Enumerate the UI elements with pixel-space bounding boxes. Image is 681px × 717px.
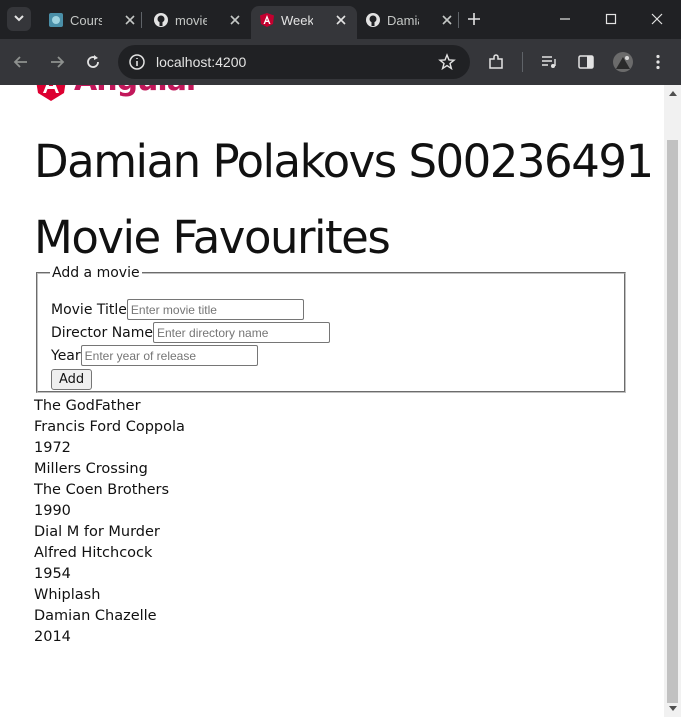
movie-item: Whiplash Damian Chazelle 2014 [34, 585, 185, 648]
movie-item: Millers Crossing The Coen Brothers 1990 [34, 459, 185, 522]
kebab-menu-icon[interactable] [649, 53, 667, 71]
page-viewport: Angular Damian Polakovs S00236491 Movie … [0, 85, 681, 717]
address-bar[interactable]: localhost:4200 [118, 45, 470, 79]
movie-item: The GodFather Francis Ford Coppola 1972 [34, 396, 185, 459]
movie-director: Damian Chazelle [34, 608, 157, 624]
minimize-icon[interactable] [557, 11, 573, 27]
close-icon[interactable] [439, 12, 455, 28]
github-icon [154, 13, 168, 27]
tab-title: Course [70, 13, 102, 28]
movie-director: Alfred Hitchcock [34, 545, 153, 561]
side-panel-icon[interactable] [577, 53, 595, 71]
add-movie-button[interactable]: Add [51, 369, 93, 390]
add-movie-legend: Add a movie [52, 265, 140, 281]
year-row: Year [51, 345, 258, 366]
forward-arrow-icon[interactable] [48, 53, 66, 71]
scroll-up-arrow-icon[interactable] [669, 91, 677, 96]
bookmark-star-icon[interactable] [438, 53, 456, 71]
tab-movie[interactable]: movie [145, 6, 251, 35]
scrollbar-thumb[interactable] [667, 140, 678, 703]
tab-divider [458, 12, 459, 28]
movie-title-label: Movie Title [51, 301, 127, 318]
back-arrow-icon[interactable] [12, 53, 30, 71]
movie-list: The GodFather Francis Ford Coppola 1972 … [34, 396, 185, 648]
add-movie-fieldset: Add a movie Movie Title Director Name Ye… [36, 265, 626, 393]
tab-title: movie [175, 13, 207, 28]
movie-title: Dial M for Murder [34, 524, 160, 540]
close-icon[interactable] [333, 12, 349, 28]
movie-title-row: Movie Title [51, 299, 304, 320]
director-name-label: Director Name [51, 324, 153, 341]
year-input[interactable] [80, 345, 258, 366]
angular-logo-text: Angular [74, 85, 201, 98]
profile-avatar-icon[interactable] [612, 51, 634, 73]
movie-title: Millers Crossing [34, 461, 148, 477]
year-label: Year [51, 347, 81, 364]
vertical-scrollbar[interactable] [664, 85, 681, 717]
media-queue-icon[interactable] [540, 53, 558, 71]
new-tab-plus-icon[interactable] [466, 11, 482, 27]
scroll-down-arrow-icon[interactable] [669, 706, 677, 711]
movie-director: Francis Ford Coppola [34, 419, 185, 435]
movie-year: 1990 [34, 503, 71, 519]
tab-title: Week4 [281, 13, 313, 28]
browser-toolbar: localhost:4200 [0, 39, 681, 85]
angular-icon [260, 13, 274, 27]
browser-tab-bar: Course movie Week4 Damia [0, 0, 681, 39]
course-favicon-icon [49, 13, 63, 27]
movie-title: The GodFather [34, 398, 141, 414]
movie-title: Whiplash [34, 587, 101, 603]
chevron-down-icon [14, 15, 24, 22]
movie-title-input[interactable] [126, 299, 304, 320]
url-text[interactable]: localhost:4200 [156, 54, 246, 70]
page-heading-name: Damian Polakovs S00236491 [34, 135, 654, 188]
window-close-icon[interactable] [649, 11, 665, 27]
github-icon [366, 13, 380, 27]
director-name-row: Director Name [51, 322, 330, 343]
movie-year: 1972 [34, 440, 71, 456]
movie-item: Dial M for Murder Alfred Hitchcock 1954 [34, 522, 185, 585]
movie-director: The Coen Brothers [34, 482, 170, 498]
maximize-icon[interactable] [603, 11, 619, 27]
movie-year: 1954 [34, 566, 71, 582]
site-info-icon[interactable] [128, 53, 146, 71]
angular-logo-icon [36, 85, 66, 101]
extensions-puzzle-icon[interactable] [487, 53, 505, 71]
close-icon[interactable] [227, 12, 243, 28]
director-name-input[interactable] [153, 322, 330, 343]
page-heading-title: Movie Favourites [34, 211, 391, 264]
movie-year: 2014 [34, 629, 71, 645]
tab-course[interactable]: Course [40, 6, 146, 35]
toolbar-divider [522, 52, 523, 72]
tab-divider [141, 12, 142, 28]
tab-damia[interactable]: Damia [357, 6, 463, 35]
close-icon[interactable] [122, 12, 138, 28]
tab-search-button[interactable] [7, 7, 31, 31]
reload-icon[interactable] [84, 53, 102, 71]
tab-title: Damia [387, 13, 419, 28]
tab-week4[interactable]: Week4 [251, 6, 357, 39]
